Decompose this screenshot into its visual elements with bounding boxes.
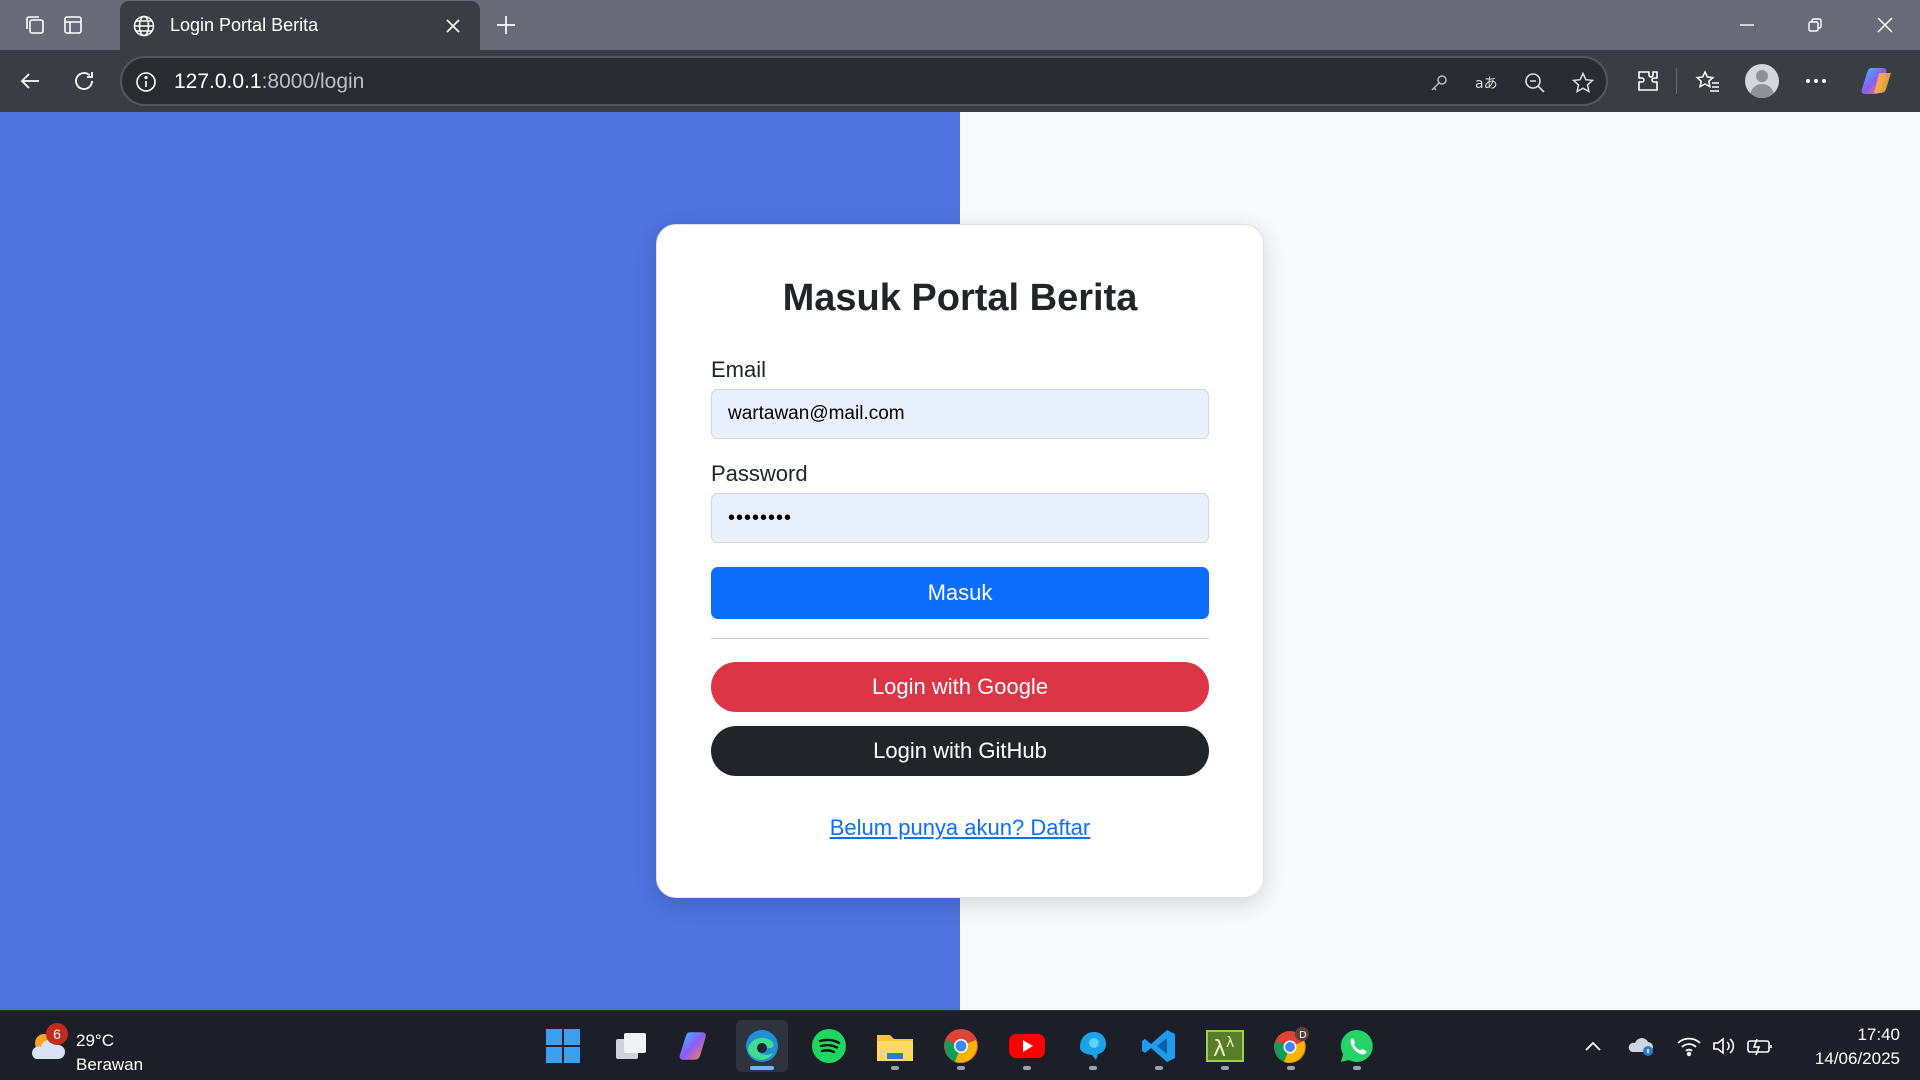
weather-description: Berawan [76,1055,144,1074]
favorite-star-icon[interactable] [1568,68,1598,98]
back-icon[interactable] [10,62,50,100]
tab-actions-icon[interactable] [56,9,90,41]
app-icon[interactable] [1067,1020,1119,1072]
browser-tab-strip: Login Portal Berita [0,0,1920,50]
whatsapp-running-indicator [1353,1066,1361,1070]
edge-active-indicator [750,1066,774,1070]
start-icon[interactable] [537,1020,589,1072]
file-explorer-icon[interactable] [869,1020,921,1072]
email-label: Email [711,357,767,382]
translate-icon[interactable]: aあ [1472,68,1502,98]
reload-icon[interactable] [64,62,104,100]
favorites-icon[interactable] [1690,63,1726,99]
extensions-icon[interactable] [1630,63,1666,99]
weather-widget[interactable]: 6 29°C Berawan [24,1021,174,1074]
copilot-app-icon[interactable] [671,1020,723,1072]
page-viewport: Masuk Portal Berita Email wartawan@mail.… [0,112,1920,1010]
app-running-indicator [1089,1066,1097,1070]
browser-toolbar: 127.0.0.1:8000/login aあ [0,50,1920,112]
login-submit-button[interactable]: Masuk [711,567,1209,619]
login-title: Masuk Portal Berita [782,277,1138,319]
clock-time: 17:40 [1857,1025,1900,1044]
explorer-running-indicator [891,1066,899,1070]
spotify-icon[interactable] [803,1020,855,1072]
new-tab-icon[interactable] [488,8,524,42]
email-input[interactable]: wartawan@mail.com [711,389,1209,439]
zoom-out-icon[interactable] [1520,68,1550,98]
battery-icon[interactable] [1745,1031,1775,1061]
login-google-button[interactable]: Login with Google [711,662,1209,712]
whatsapp-icon[interactable] [1331,1020,1383,1072]
login-card: Masuk Portal Berita Email wartawan@mail.… [656,224,1264,898]
url-text[interactable]: 127.0.0.1:8000/login [174,70,364,94]
close-tab-icon[interactable] [438,11,468,41]
vscode-icon[interactable] [1133,1020,1185,1072]
system-clock[interactable]: 17:40 14/06/2025 [1780,1023,1900,1071]
workspaces-icon[interactable] [18,9,52,41]
password-input[interactable]: •••••••• [711,493,1209,543]
profile-avatar[interactable] [1745,64,1779,98]
vscode-running-indicator [1155,1066,1163,1070]
chevron-up-icon[interactable] [1578,1031,1608,1061]
youtube-icon[interactable] [1001,1020,1053,1072]
weather-badge: 6 [46,1023,68,1045]
globe-icon [130,12,158,40]
close-window-icon[interactable] [1852,2,1918,48]
minimize-icon[interactable] [1714,2,1780,48]
chrome-profile-icon[interactable]: D [1265,1020,1317,1072]
url-host: 127.0.0.1 [174,70,262,93]
svg-text:aあ: aあ [1475,76,1498,92]
terminal-icon[interactable]: λλ [1199,1020,1251,1072]
password-label: Password [711,461,808,486]
svg-text:λ: λ [1226,1035,1234,1051]
copilot-icon[interactable] [1860,63,1896,99]
task-view-icon[interactable] [605,1020,657,1072]
url-path: :8000/login [261,70,365,93]
chrome-icon[interactable] [935,1020,987,1072]
chrome-profile-running-indicator [1287,1066,1295,1070]
more-options-icon[interactable] [1798,63,1834,99]
password-key-icon[interactable] [1424,68,1454,98]
weather-temperature: 29°C [76,1031,114,1050]
volume-icon[interactable] [1709,1031,1739,1061]
form-divider [711,638,1209,639]
site-info-icon[interactable] [132,68,160,96]
terminal-running-indicator [1221,1066,1229,1070]
login-github-button[interactable]: Login with GitHub [711,726,1209,776]
tab-title: Login Portal Berita [170,15,319,35]
wifi-icon[interactable] [1674,1031,1704,1061]
svg-text:D: D [1299,1030,1307,1041]
windows-taskbar: 6 29°C Berawan λλ D 17:40 14/06/2025 [0,1010,1920,1080]
register-link[interactable]: Belum punya akun? Daftar [657,815,1263,841]
youtube-running-indicator [1023,1066,1031,1070]
restore-icon[interactable] [1782,2,1848,48]
clock-date: 14/06/2025 [1814,1049,1900,1068]
tab-login-portal[interactable]: Login Portal Berita [120,1,480,50]
chrome-running-indicator [957,1066,965,1070]
onedrive-icon[interactable] [1626,1031,1656,1061]
edge-icon[interactable] [736,1020,788,1072]
toolbar-separator [1676,68,1677,94]
address-bar[interactable]: 127.0.0.1:8000/login aあ [120,56,1608,106]
svg-text:λ: λ [1213,1037,1226,1062]
